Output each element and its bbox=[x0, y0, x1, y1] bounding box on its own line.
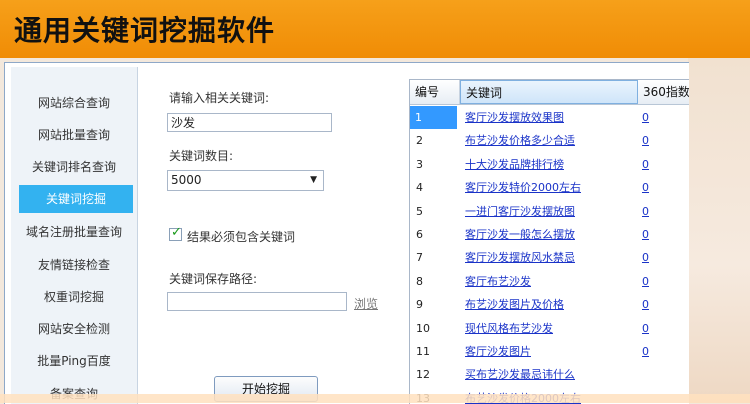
row-number: 11 bbox=[416, 345, 430, 358]
index-link[interactable]: 0 bbox=[642, 270, 649, 293]
keyword-link[interactable]: 现代风格布艺沙发 bbox=[465, 317, 553, 340]
keyword-link[interactable]: 客厅沙发摆放效果图 bbox=[465, 106, 564, 129]
index-link[interactable]: 0 bbox=[642, 129, 649, 152]
row-number: 4 bbox=[416, 181, 423, 195]
row-number: 6 bbox=[416, 228, 423, 241]
keyword-link[interactable]: 客厅沙发图片 bbox=[465, 340, 531, 363]
keyword-link[interactable]: 客厅沙发一般怎么摆放 bbox=[465, 223, 575, 246]
sidebar-item-link-check[interactable]: 友情链接检查 bbox=[11, 251, 137, 279]
table-row[interactable]: 8 客厅布艺沙发 0 bbox=[410, 270, 689, 293]
keyword-link[interactable]: 客厅沙发摆放风水禁忌 bbox=[465, 246, 575, 269]
keyword-link[interactable]: 布艺沙发价格多少合适 bbox=[465, 129, 575, 152]
sidebar-item-keyword-mining[interactable]: 关键词挖掘 bbox=[19, 185, 133, 213]
table-row[interactable]: 2 布艺沙发价格多少合适 0 bbox=[410, 129, 689, 152]
index-link[interactable]: 0 bbox=[642, 200, 649, 223]
index-link[interactable]: 0 bbox=[642, 340, 649, 363]
table-row[interactable]: 5 一进门客厅沙发摆放图 0 bbox=[410, 200, 689, 223]
row-number: 7 bbox=[416, 251, 423, 265]
checkmark-icon: ✓ bbox=[171, 225, 182, 240]
row-number: 10 bbox=[416, 321, 430, 335]
background-decoration bbox=[688, 58, 750, 403]
row-number: 1 bbox=[410, 106, 457, 129]
column-header-keyword[interactable]: 关键词 bbox=[460, 80, 638, 104]
sidebar-item-site-overview[interactable]: 网站综合查询 bbox=[11, 89, 137, 117]
save-path-label: 关键词保存路径: bbox=[169, 272, 258, 286]
table-row[interactable]: 9 布艺沙发图片及价格 0 bbox=[410, 293, 689, 316]
index-link[interactable]: 0 bbox=[642, 317, 649, 340]
sidebar-item-weight-mining[interactable]: 权重词挖掘 bbox=[11, 283, 137, 311]
column-header-360-index[interactable]: 360指数 bbox=[638, 80, 689, 104]
table-row[interactable]: 1 客厅沙发摆放效果图 0 bbox=[410, 106, 689, 129]
save-path-input[interactable] bbox=[167, 292, 347, 311]
chevron-down-icon: ▼ bbox=[310, 175, 317, 185]
row-number: 2 bbox=[416, 134, 423, 148]
bottom-overlay bbox=[0, 394, 750, 403]
title-banner: 通用关键词挖掘软件 bbox=[0, 0, 750, 58]
keyword-label: 请输入相关关键词: bbox=[169, 91, 270, 105]
row-number: 9 bbox=[416, 298, 423, 312]
index-link[interactable]: 0 bbox=[642, 223, 649, 246]
table-row[interactable]: 12 买布艺沙发最忌讳什么 bbox=[410, 363, 689, 386]
keyword-link[interactable]: 布艺沙发图片及价格 bbox=[465, 293, 564, 316]
count-label: 关键词数目: bbox=[169, 149, 234, 163]
must-contain-checkbox[interactable]: ✓ bbox=[169, 225, 182, 241]
table-row[interactable]: 3 十大沙发品牌排行榜 0 bbox=[410, 153, 689, 176]
keyword-link[interactable]: 一进门客厅沙发摆放图 bbox=[465, 200, 575, 223]
keyword-link[interactable]: 买布艺沙发最忌讳什么 bbox=[465, 363, 575, 386]
sidebar-item-ping-baidu[interactable]: 批量Ping百度 bbox=[11, 347, 137, 375]
keyword-input[interactable]: 沙发 bbox=[167, 113, 332, 132]
table-header: 编号 关键词 360指数 bbox=[410, 80, 689, 105]
index-link[interactable]: 0 bbox=[642, 106, 649, 129]
app-window: 网站综合查询 网站批量查询 关键词排名查询 关键词挖掘 域名注册批量查询 友情链… bbox=[4, 62, 689, 404]
app-title: 通用关键词挖掘软件 bbox=[14, 14, 276, 47]
table-row[interactable]: 10 现代风格布艺沙发 0 bbox=[410, 317, 689, 340]
browse-link[interactable]: 浏览 bbox=[354, 295, 378, 312]
keyword-link[interactable]: 客厅沙发特价2000左右 bbox=[465, 176, 581, 199]
row-number: 12 bbox=[416, 368, 430, 382]
mining-form: 请输入相关关键词: 沙发 关键词数目: 5000 ▼ ✓ 结果必须包含关键词 关… bbox=[165, 63, 405, 404]
row-number: 3 bbox=[416, 157, 423, 171]
row-number: 5 bbox=[416, 204, 423, 218]
row-number: 8 bbox=[416, 274, 423, 288]
table-row[interactable]: 4 客厅沙发特价2000左右 0 bbox=[410, 176, 689, 199]
table-row[interactable]: 6 客厅沙发一般怎么摆放 0 bbox=[410, 223, 689, 246]
table-row[interactable]: 11 客厅沙发图片 0 bbox=[410, 340, 689, 363]
sidebar-item-domain-batch[interactable]: 域名注册批量查询 bbox=[11, 218, 137, 246]
index-link[interactable]: 0 bbox=[642, 246, 649, 269]
table-row[interactable]: 7 客厅沙发摆放风水禁忌 0 bbox=[410, 246, 689, 269]
must-contain-label: 结果必须包含关键词 bbox=[187, 230, 296, 244]
count-select[interactable]: 5000 ▼ bbox=[167, 170, 324, 191]
index-link[interactable]: 0 bbox=[642, 153, 649, 176]
column-header-no[interactable]: 编号 bbox=[410, 80, 460, 104]
keyword-link[interactable]: 客厅布艺沙发 bbox=[465, 270, 531, 293]
sidebar-item-site-batch[interactable]: 网站批量查询 bbox=[11, 121, 137, 149]
index-link[interactable]: 0 bbox=[642, 176, 649, 199]
sidebar-item-rank-query[interactable]: 关键词排名查询 bbox=[11, 153, 137, 181]
count-select-value: 5000 bbox=[171, 173, 202, 187]
index-link[interactable]: 0 bbox=[642, 293, 649, 316]
sidebar: 网站综合查询 网站批量查询 关键词排名查询 关键词挖掘 域名注册批量查询 友情链… bbox=[11, 67, 138, 404]
results-table: 编号 关键词 360指数 1 客厅沙发摆放效果图 0 2 布艺沙发价格多少合适 0 3 十大沙… bbox=[409, 79, 689, 404]
keyword-link[interactable]: 十大沙发品牌排行榜 bbox=[465, 153, 564, 176]
sidebar-item-security-check[interactable]: 网站安全检测 bbox=[11, 315, 137, 343]
